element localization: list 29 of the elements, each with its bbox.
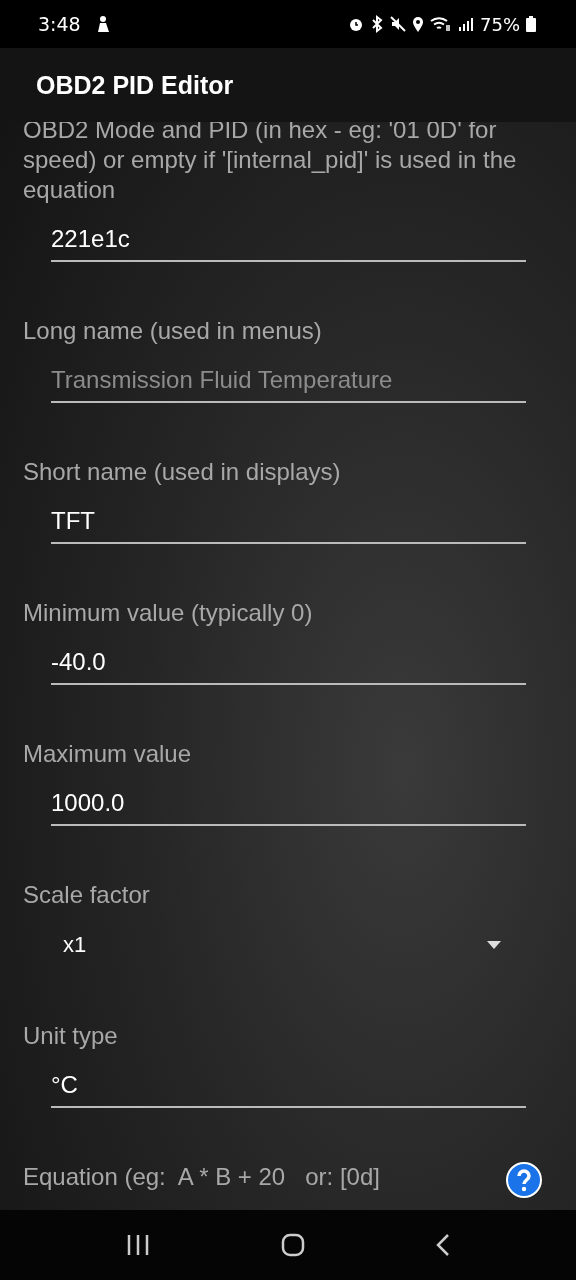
field-label: Equation (eg: A * B + 20 or: [0d]	[23, 1162, 380, 1192]
input-field[interactable]: Transmission Fluid Temperature	[51, 359, 526, 403]
recents-icon[interactable]	[125, 1234, 150, 1256]
mute-icon	[390, 16, 406, 32]
input-field[interactable]: TFT	[51, 500, 526, 544]
field-label: Scale factor	[23, 880, 151, 910]
location-icon	[412, 16, 424, 32]
field-label: Long name (used in menus)	[23, 316, 323, 346]
signal-icon	[458, 16, 474, 32]
field-label: Short name (used in displays)	[23, 457, 342, 487]
bluetooth-icon	[370, 15, 384, 33]
caret-icon	[487, 941, 501, 949]
back-icon[interactable]	[436, 1233, 451, 1257]
field-label: Maximum value	[23, 739, 193, 769]
status-time: 3:48	[38, 13, 81, 35]
field-label: Unit type	[23, 1021, 119, 1051]
dropdown[interactable]: x1	[63, 923, 503, 967]
input-field[interactable]: -40.0	[51, 641, 526, 685]
help-icon[interactable]	[506, 1162, 542, 1198]
battery-icon	[526, 16, 536, 32]
input-field[interactable]: 221e1c	[51, 218, 526, 262]
input-field[interactable]: °C	[51, 1064, 526, 1108]
battery-percent: 75%	[480, 13, 520, 35]
input-field[interactable]: 1000.0	[51, 782, 526, 826]
home-icon[interactable]	[281, 1233, 305, 1257]
app-title: OBD2 PID Editor	[36, 70, 234, 100]
field-label: Minimum value (typically 0)	[23, 598, 314, 628]
wifi-icon	[430, 16, 452, 32]
alarm-icon	[348, 16, 364, 32]
